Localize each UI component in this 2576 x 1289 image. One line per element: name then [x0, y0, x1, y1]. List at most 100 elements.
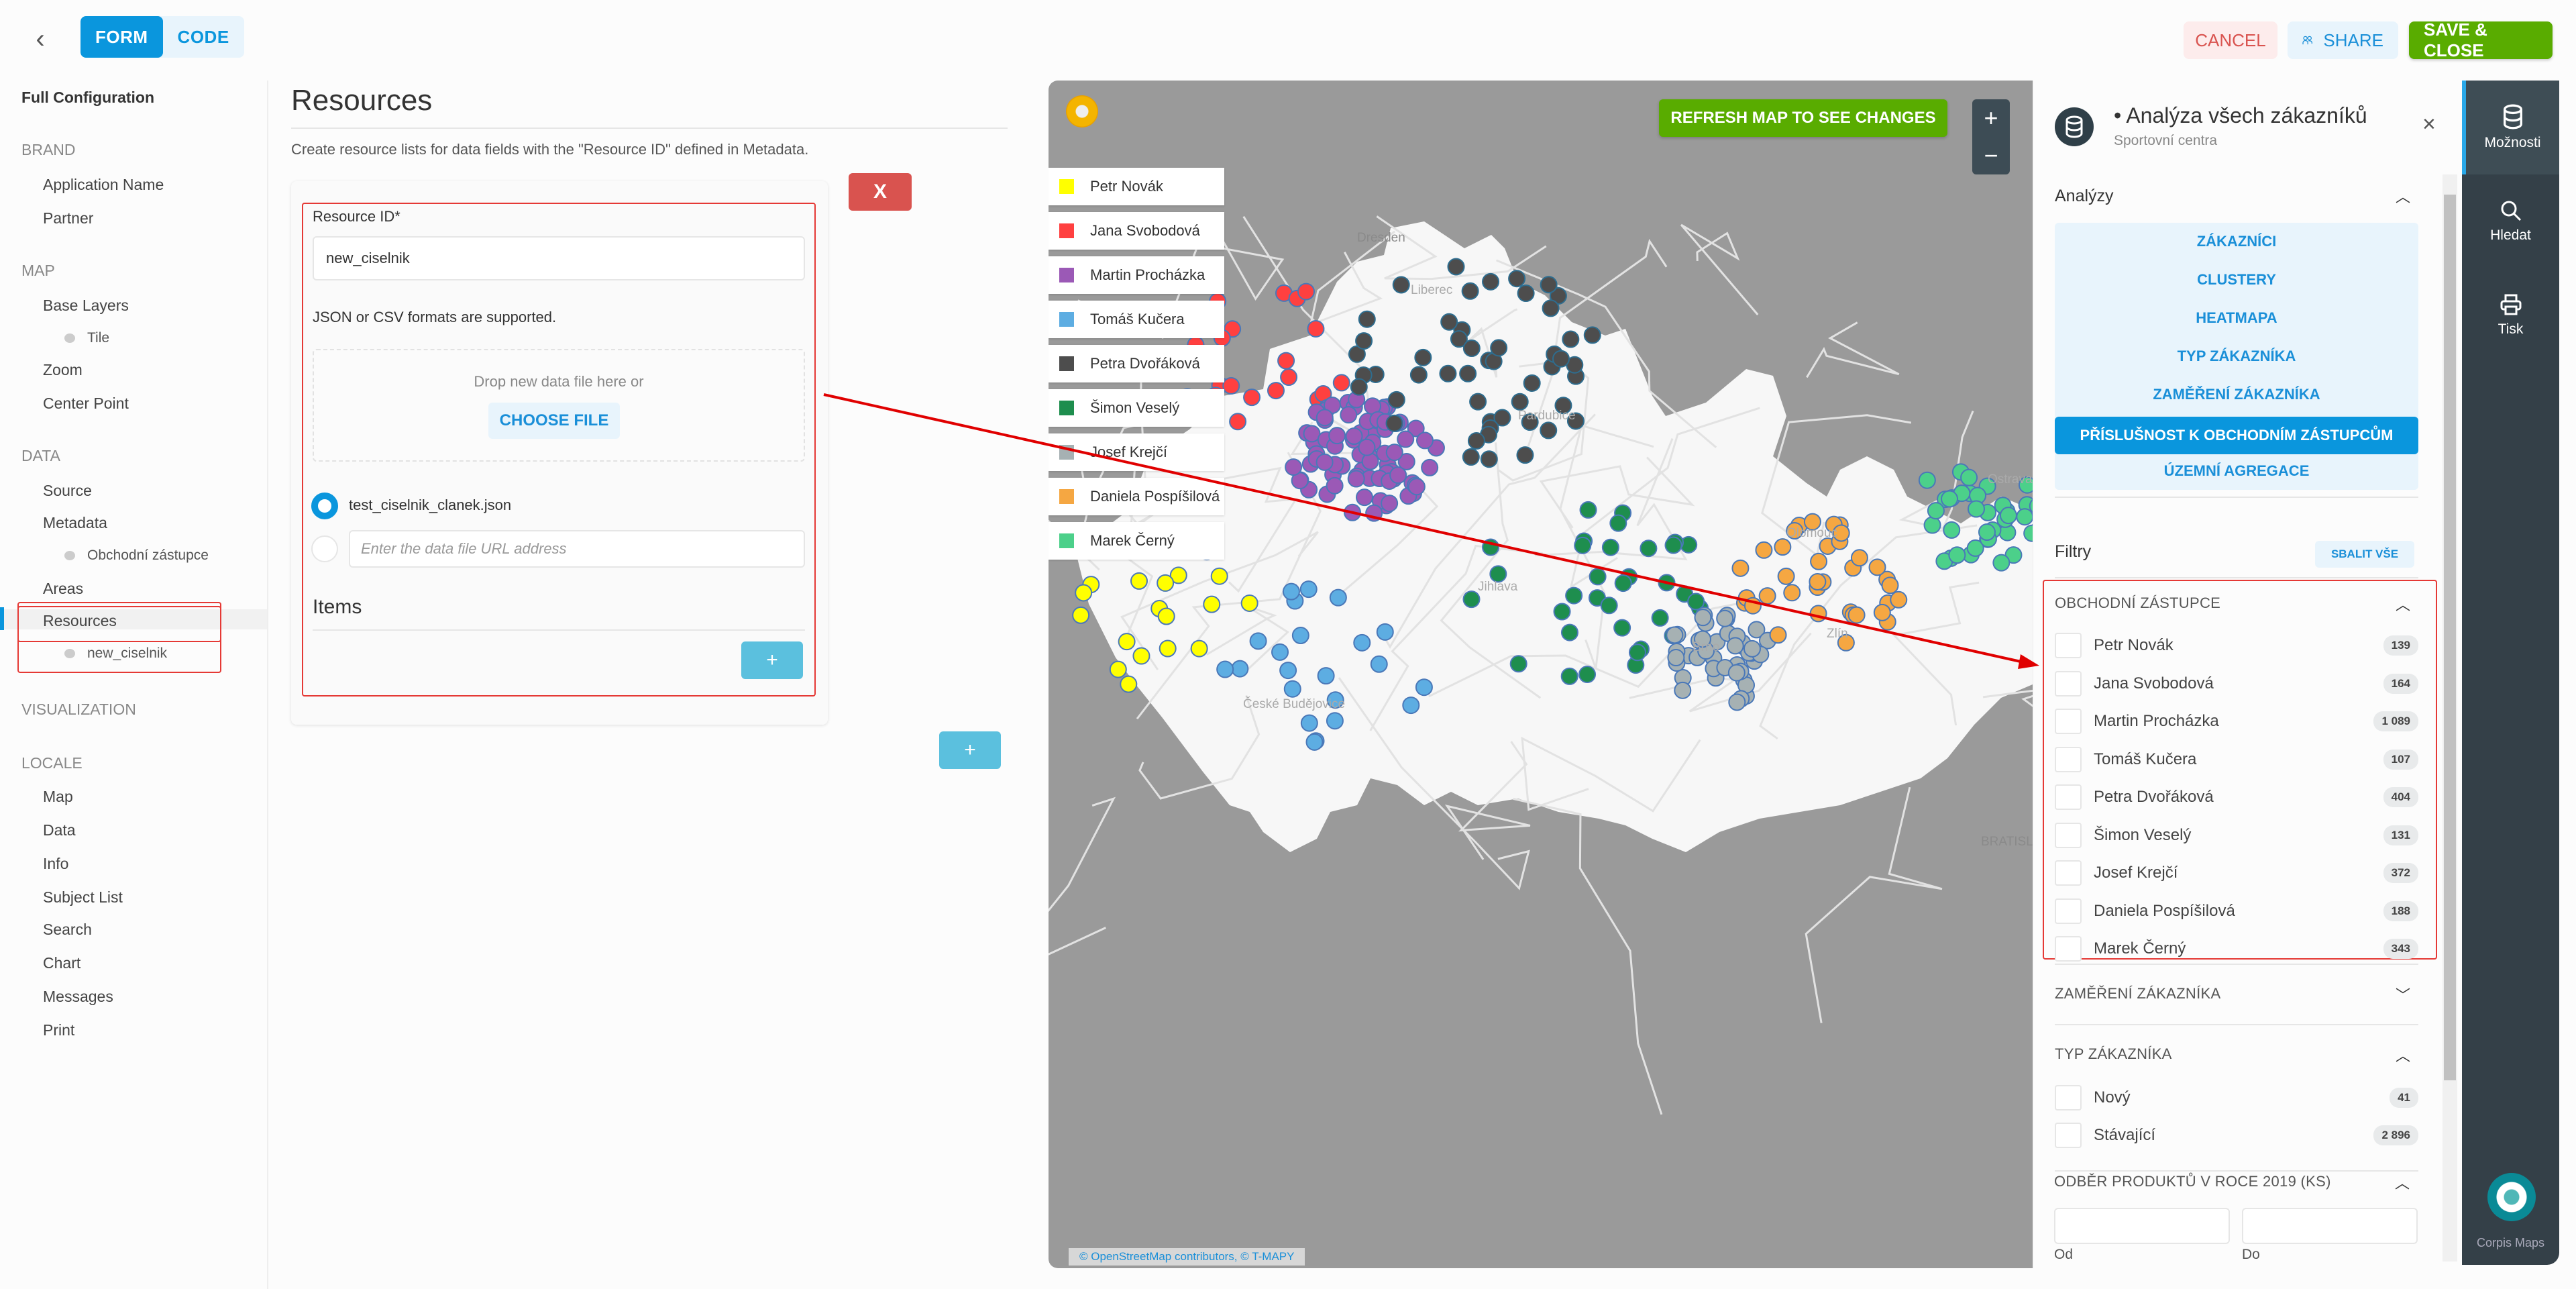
filter-option[interactable]: Josef Krejčí 372 [2055, 858, 2418, 888]
sidebar-item-locale-chart[interactable]: Chart [43, 954, 80, 972]
checkbox[interactable] [2055, 822, 2082, 848]
sidebar-item-locale-print[interactable]: Print [43, 1021, 74, 1039]
customer-marker[interactable] [1523, 374, 1541, 392]
customer-marker[interactable] [1462, 448, 1480, 466]
legend-item[interactable]: Petra Dvořáková [1049, 345, 1224, 382]
customer-marker[interactable] [1385, 444, 1403, 462]
checkbox[interactable] [2055, 1085, 2082, 1111]
customer-marker[interactable] [1890, 590, 1908, 609]
customer-marker[interactable] [1810, 552, 1828, 570]
customer-marker[interactable] [1407, 478, 1426, 496]
customer-marker[interactable] [1601, 538, 1619, 556]
customer-marker[interactable] [1326, 712, 1344, 730]
customer-marker[interactable] [1716, 609, 1734, 627]
customer-marker[interactable] [1365, 504, 1383, 522]
sidebar-item-locale-subject-list[interactable]: Subject List [43, 888, 123, 907]
customer-marker[interactable] [1868, 558, 1886, 576]
cancel-button[interactable]: CANCEL [2184, 21, 2277, 59]
customer-marker[interactable] [1157, 607, 1175, 625]
customer-marker[interactable] [1614, 574, 1632, 592]
tab-code[interactable]: CODE [163, 16, 244, 58]
customer-marker[interactable] [1923, 516, 1941, 534]
customer-marker[interactable] [1120, 675, 1138, 693]
panel-scrollbar[interactable] [2443, 174, 2457, 1261]
customer-marker[interactable] [1159, 639, 1177, 658]
customer-marker[interactable] [1809, 605, 1827, 623]
customer-marker[interactable] [1873, 603, 1891, 621]
customer-marker[interactable] [1203, 595, 1221, 613]
close-panel-button[interactable]: × [2422, 111, 2436, 138]
customer-marker[interactable] [1927, 502, 1945, 520]
customer-marker[interactable] [1347, 470, 1365, 488]
customer-marker[interactable] [1881, 576, 1899, 595]
customer-marker[interactable] [1743, 597, 1762, 615]
customer-marker[interactable] [1667, 649, 1685, 667]
customer-marker[interactable] [1358, 310, 1376, 328]
sidebar-item-zoom[interactable]: Zoom [43, 361, 83, 379]
resource-id-input[interactable] [313, 236, 805, 280]
customer-marker[interactable] [1447, 258, 1465, 276]
filter-group-title-purchase[interactable]: ODBĚR PRODUKTŮ V ROCE 2019 (KS) [2054, 1173, 2331, 1190]
customer-marker[interactable] [1651, 609, 1669, 627]
analysis-heatmapa[interactable]: HEATMAPA [2055, 302, 2418, 334]
checkbox[interactable] [2055, 746, 2082, 772]
save-and-close-button[interactable]: SAVE & CLOSE [2409, 19, 2553, 60]
customer-marker[interactable] [1370, 655, 1388, 673]
customer-marker[interactable] [1511, 393, 1529, 411]
customer-marker[interactable] [1694, 609, 1712, 627]
customer-marker[interactable] [1267, 382, 1285, 400]
customer-marker[interactable] [1231, 660, 1249, 678]
customer-marker[interactable] [1459, 364, 1477, 382]
customer-marker[interactable] [1075, 584, 1093, 602]
legend-item[interactable]: Martin Procházka [1049, 256, 1224, 294]
zoom-in-button[interactable]: + [1972, 99, 2010, 137]
customer-marker[interactable] [1355, 488, 1373, 507]
analysis-uzemni-agregace[interactable]: ÚZEMNÍ AGREGACE [2055, 455, 2418, 487]
customer-marker[interactable] [1542, 299, 1560, 317]
tab-form[interactable]: FORM [80, 16, 163, 58]
customer-marker[interactable] [1279, 662, 1297, 680]
customer-marker[interactable] [1850, 549, 1868, 567]
locate-icon[interactable] [1066, 95, 1098, 127]
filter-option-stavajici[interactable]: Stávající 2 896 [2055, 1121, 2418, 1150]
customer-marker[interactable] [1072, 606, 1090, 624]
customer-marker[interactable] [1157, 574, 1175, 592]
customer-marker[interactable] [1307, 319, 1325, 338]
filter-option[interactable]: Marek Černý 343 [2055, 934, 2418, 964]
customer-marker[interactable] [1280, 368, 1298, 386]
customer-marker[interactable] [1421, 458, 1439, 476]
legend-item[interactable]: Daniela Pospíšilová [1049, 478, 1224, 515]
filter-group-title-type[interactable]: TYP ZÁKAZNÍKA [2055, 1045, 2172, 1063]
choose-file-button[interactable]: CHOOSE FILE [488, 403, 620, 439]
customer-marker[interactable] [1583, 326, 1601, 344]
sidebar-item-locale-info[interactable]: Info [43, 855, 68, 873]
customer-marker[interactable] [1560, 623, 1578, 641]
refresh-map-button[interactable]: REFRESH MAP TO SEE CHANGES [1659, 99, 1947, 137]
scrollbar-thumb[interactable] [2444, 195, 2456, 1080]
customer-marker[interactable] [1271, 643, 1289, 661]
source-file-radio[interactable] [311, 493, 338, 519]
customer-marker[interactable] [1482, 272, 1500, 291]
customer-marker[interactable] [1283, 680, 1301, 698]
customer-marker[interactable] [1350, 378, 1368, 396]
customer-marker[interactable] [1249, 632, 1267, 650]
customer-marker[interactable] [1562, 330, 1580, 348]
customer-marker[interactable] [1326, 476, 1344, 495]
customer-marker[interactable] [1783, 584, 1801, 602]
customer-marker[interactable] [1727, 664, 1746, 682]
customer-marker[interactable] [1440, 313, 1458, 331]
customer-marker[interactable] [1666, 626, 1684, 644]
customer-marker[interactable] [1658, 574, 1676, 592]
analysis-prislusnost-k-obchodnim-zastupcum[interactable]: PŘÍSLUŠNOST K OBCHODNÍM ZÁSTUPCŮM [2055, 417, 2418, 454]
sidebar-item-locale-messages[interactable]: Messages [43, 988, 113, 1006]
map-view[interactable]: Dresden Liberec Pardubice Olomouc Ostrav… [1049, 81, 2033, 1268]
chevron-up-icon[interactable]: ︿ [2396, 185, 2410, 207]
sidebar-section-visualization[interactable]: VISUALIZATION [21, 701, 136, 719]
customer-marker[interactable] [1282, 582, 1300, 601]
customer-marker[interactable] [1222, 376, 1240, 395]
sidebar-item-metadata[interactable]: Metadata [43, 514, 107, 532]
customer-marker[interactable] [1517, 285, 1535, 303]
sidebar-item-tile[interactable]: Tile [64, 330, 109, 346]
customer-marker[interactable] [1589, 568, 1607, 586]
customer-marker[interactable] [1664, 536, 1682, 554]
